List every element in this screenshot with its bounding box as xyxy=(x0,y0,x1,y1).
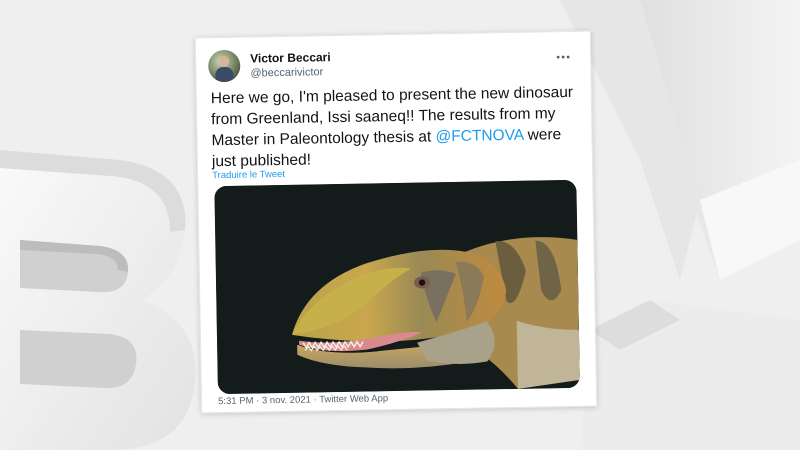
tweet-source[interactable]: Twitter Web App xyxy=(319,393,388,405)
tweet-header: Victor Beccari @beccarivictor xyxy=(207,42,579,88)
tweet-card[interactable]: Victor Beccari @beccarivictor Here we go… xyxy=(194,30,598,414)
author-handle[interactable]: @beccarivictor xyxy=(250,66,323,79)
mention-link[interactable]: @FCTNOVA xyxy=(435,127,523,146)
dinosaur-head-illustration xyxy=(214,179,580,395)
translate-tweet-link[interactable]: Traduire le Tweet xyxy=(212,169,285,181)
avatar-head xyxy=(219,55,230,68)
avatar[interactable] xyxy=(207,49,241,83)
author-name[interactable]: Victor Beccari xyxy=(250,50,331,65)
meta-separator: · xyxy=(253,395,263,407)
tweet-metadata: 5:31 PM · 3 nov. 2021 · Twitter Web App xyxy=(218,393,388,407)
tweet-time[interactable]: 5:31 PM xyxy=(218,396,254,408)
tweet-media-image[interactable] xyxy=(214,179,580,395)
tweet-text: Here we go, I'm pleased to present the n… xyxy=(211,82,582,172)
more-options-icon[interactable] xyxy=(556,46,570,62)
meta-separator: · xyxy=(310,394,320,406)
avatar-torso xyxy=(215,66,234,83)
tweet-date[interactable]: 3 nov. 2021 xyxy=(262,395,311,407)
